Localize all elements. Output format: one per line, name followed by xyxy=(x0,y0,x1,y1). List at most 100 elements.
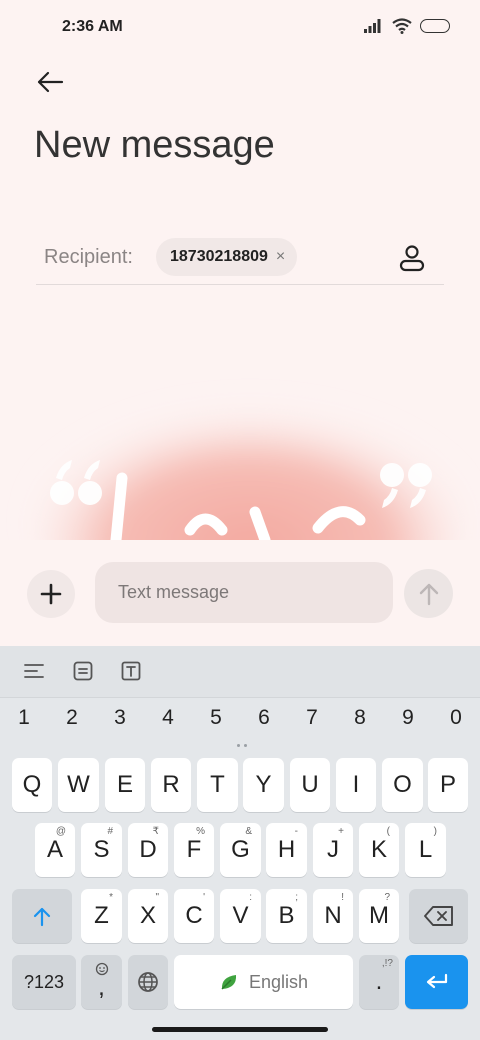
key-f[interactable]: % F xyxy=(174,823,214,877)
key-v-label: V xyxy=(232,902,249,929)
compose-area xyxy=(0,540,480,646)
page-indicator xyxy=(237,744,247,747)
key-z-hint: * xyxy=(109,892,113,903)
chip-remove-icon[interactable]: × xyxy=(276,248,285,266)
key-w[interactable]: W xyxy=(58,758,99,812)
symbols-key[interactable]: ?123 xyxy=(12,955,76,1009)
enter-icon xyxy=(426,973,447,989)
key-2[interactable]: 2 xyxy=(57,706,87,730)
keyboard-toolbar xyxy=(0,646,480,698)
key-n[interactable]: ! N xyxy=(313,889,353,943)
key-a-label: A xyxy=(46,836,63,863)
wifi-icon xyxy=(392,18,412,34)
key-y[interactable]: Y xyxy=(243,758,284,812)
key-k-label: K xyxy=(370,836,387,863)
key-h[interactable]: -H xyxy=(266,823,307,877)
recipient-label: Recipient: xyxy=(44,246,133,268)
key-0[interactable]: 0 xyxy=(441,706,471,730)
key-k-hint: ( xyxy=(386,826,390,837)
period-key[interactable]: ,!? . xyxy=(359,955,399,1009)
key-s-label: S xyxy=(93,836,110,863)
key-f-label: F xyxy=(186,836,202,863)
key-c-hint: ' xyxy=(203,892,205,903)
shift-key[interactable] xyxy=(12,889,72,943)
plus-icon xyxy=(40,583,62,605)
clipboard-icon xyxy=(73,661,93,681)
key-v[interactable]: :V xyxy=(220,889,261,943)
key-d[interactable]: ₹ D xyxy=(128,823,168,877)
message-input[interactable] xyxy=(95,562,393,623)
align-button[interactable] xyxy=(21,658,47,684)
key-c-label: C xyxy=(185,902,203,929)
key-p[interactable]: P xyxy=(428,758,468,812)
key-l-hint: ) xyxy=(433,826,437,837)
key-g-label: G xyxy=(231,836,250,863)
backspace-key[interactable] xyxy=(409,889,468,943)
back-arrow-icon xyxy=(37,71,64,93)
space-key[interactable]: English xyxy=(174,955,353,1009)
key-l-label: L xyxy=(418,836,433,863)
key-8[interactable]: 8 xyxy=(345,706,375,730)
key-v-hint: : xyxy=(249,892,252,903)
key-o[interactable]: O xyxy=(382,758,423,812)
recipient-chip[interactable]: 18730218809 × xyxy=(156,238,298,276)
status-time: 2:36 AM xyxy=(62,18,123,35)
key-q[interactable]: Q xyxy=(12,758,52,812)
key-5[interactable]: 5 xyxy=(201,706,231,730)
backspace-icon xyxy=(423,906,453,926)
key-s[interactable]: # S xyxy=(81,823,122,877)
key-t[interactable]: T xyxy=(197,758,238,812)
key-g-hint: & xyxy=(245,826,252,837)
page-title: New message xyxy=(34,124,275,166)
comma-label: , xyxy=(98,974,105,1001)
key-e[interactable]: E xyxy=(105,758,145,812)
key-7[interactable]: 7 xyxy=(297,706,327,730)
key-g[interactable]: & G xyxy=(220,823,261,877)
key-c[interactable]: ' C xyxy=(174,889,214,943)
key-m[interactable]: ? M xyxy=(359,889,399,943)
attach-button[interactable] xyxy=(27,570,75,618)
key-h-hint: - xyxy=(294,826,298,837)
key-9[interactable]: 9 xyxy=(393,706,423,730)
key-j[interactable]: + J xyxy=(313,823,353,877)
send-button[interactable] xyxy=(404,569,453,618)
key-h-label: H xyxy=(277,836,296,863)
text-edit-button[interactable] xyxy=(118,658,144,684)
key-i[interactable]: I xyxy=(336,758,376,812)
language-key[interactable] xyxy=(128,955,168,1009)
add-contact-button[interactable] xyxy=(394,240,430,276)
key-z[interactable]: * Z xyxy=(81,889,122,943)
key-x[interactable]: " X xyxy=(128,889,168,943)
key-u[interactable]: U xyxy=(290,758,330,812)
key-s-hint: # xyxy=(107,826,113,837)
key-f-hint: % xyxy=(196,826,205,837)
key-6[interactable]: 6 xyxy=(249,706,279,730)
contact-icon xyxy=(399,245,425,272)
home-indicator[interactable] xyxy=(152,1027,328,1032)
clipboard-button[interactable] xyxy=(70,658,96,684)
recipient-chip-number: 18730218809 xyxy=(170,248,268,265)
send-arrow-icon xyxy=(419,583,438,605)
emoji-comma-key[interactable]: , xyxy=(81,955,122,1009)
key-a[interactable]: @ A xyxy=(35,823,75,877)
key-k[interactable]: (K xyxy=(359,823,399,877)
key-l[interactable]: ) L xyxy=(405,823,446,877)
leaf-icon xyxy=(221,975,237,990)
love-background-artwork xyxy=(0,300,480,540)
key-m-hint: ? xyxy=(384,892,390,903)
key-x-label: X xyxy=(139,902,156,929)
globe-icon xyxy=(138,972,158,992)
period-hint: ,!? xyxy=(381,958,393,969)
back-button[interactable] xyxy=(30,62,70,102)
key-n-label: N xyxy=(324,902,342,929)
enter-key[interactable] xyxy=(405,955,468,1009)
key-j-label: J xyxy=(327,836,339,863)
key-b[interactable]: ; B xyxy=(266,889,307,943)
key-3[interactable]: 3 xyxy=(105,706,135,730)
key-4[interactable]: 4 xyxy=(153,706,183,730)
status-bar: 2:36 AM xyxy=(0,0,480,56)
key-r[interactable]: R xyxy=(151,758,191,812)
key-m-label: M xyxy=(369,902,389,929)
shift-icon xyxy=(33,907,51,927)
key-1[interactable]: 1 xyxy=(9,706,39,730)
